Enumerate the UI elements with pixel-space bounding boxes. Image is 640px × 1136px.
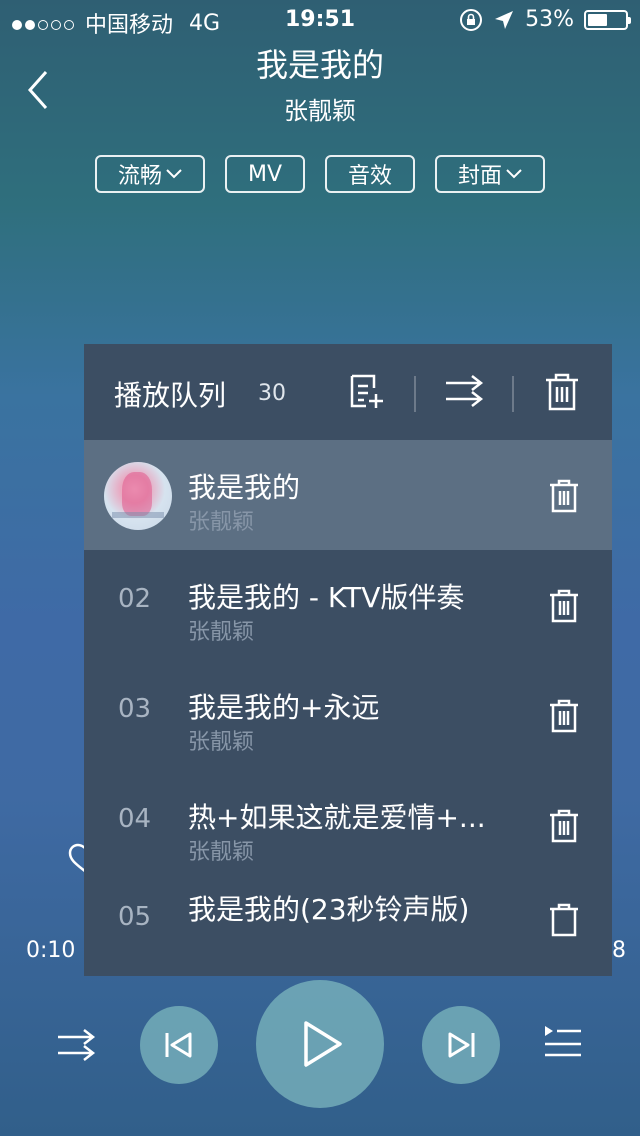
shuffle-icon[interactable] (56, 1026, 98, 1064)
queue-item-number: 02 (118, 584, 152, 614)
battery-icon (584, 9, 631, 30)
cover-chip[interactable]: 封面 (435, 155, 545, 193)
queue-item-number: 05 (118, 902, 152, 932)
chevron-down-icon (506, 169, 522, 179)
song-artist: 张靓颖 (284, 97, 356, 125)
next-button[interactable] (422, 1006, 500, 1084)
total-time: 8 (612, 938, 626, 963)
queue-item-title: 热+如果这就是爱情+... (188, 801, 486, 834)
rotation-lock-icon (460, 8, 483, 31)
queue-item[interactable]: 03 我是我的+永远 张靓颖 (84, 660, 612, 770)
status-bar: 中国移动 4G 19:51 53% (0, 0, 640, 40)
queue-count: 30 (258, 381, 286, 406)
divider (512, 376, 514, 412)
quality-chip-label: 流畅 (117, 164, 162, 189)
skip-previous-icon (165, 1032, 192, 1058)
trash-icon[interactable] (548, 588, 580, 624)
song-title: 我是我的 (255, 46, 384, 84)
queue-item-title: 我是我的(23秒铃声版) (188, 893, 470, 926)
queue-item-artist: 张靓颖 (188, 730, 255, 755)
playback-controls (0, 980, 640, 1110)
chevron-down-icon (166, 169, 182, 179)
clear-queue-trash-icon[interactable] (544, 372, 580, 412)
queue-item-title: 我是我的 (188, 471, 301, 504)
queue-item[interactable]: 05 我是我的(23秒铃声版) (84, 880, 612, 976)
battery-level (588, 13, 608, 26)
trash-icon[interactable] (548, 478, 580, 514)
trash-icon[interactable] (548, 698, 580, 734)
status-right: 53% (459, 7, 631, 32)
skip-next-icon (448, 1032, 475, 1058)
queue-item[interactable]: 我是我的 张靓颖 (84, 440, 612, 550)
mv-chip[interactable]: MV (225, 155, 305, 193)
sound-effect-chip[interactable]: 音效 (325, 155, 415, 193)
cover-chip-label: 封面 (457, 164, 502, 189)
queue-item-artist: 张靓颖 (188, 840, 255, 865)
queue-title: 播放队列 (114, 379, 227, 412)
trash-icon[interactable] (548, 808, 580, 844)
sound-effect-chip-label: 音效 (347, 164, 392, 189)
play-queue-panel: 播放队列 30 我是我的 张靓颖 02 我是我的 - KTV版伴奏 张靓颖 03… (84, 344, 612, 976)
queue-item-artist: 张靓颖 (188, 620, 255, 645)
battery-percent: 53% (525, 7, 574, 32)
mv-chip-label: MV (247, 161, 283, 187)
trash-icon[interactable] (548, 902, 580, 938)
album-cover (104, 462, 172, 530)
divider (414, 376, 416, 412)
song-header: 我是我的 张靓颖 (0, 45, 640, 126)
previous-button[interactable] (140, 1006, 218, 1084)
shuffle-mode-icon[interactable] (444, 372, 486, 410)
playlist-icon[interactable] (543, 1024, 583, 1064)
queue-item[interactable]: 04 热+如果这就是爱情+... 张靓颖 (84, 770, 612, 880)
queue-item-title: 我是我的+永远 (188, 691, 380, 724)
option-chips: 流畅 MV 音效 封面 (0, 155, 640, 193)
play-button[interactable] (256, 980, 384, 1108)
queue-item-title: 我是我的 - KTV版伴奏 (188, 581, 465, 614)
queue-item-number: 04 (118, 804, 152, 834)
queue-header: 播放队列 30 (84, 344, 612, 440)
location-icon (495, 10, 514, 29)
queue-item[interactable]: 02 我是我的 - KTV版伴奏 张靓颖 (84, 550, 612, 660)
play-icon (304, 1021, 342, 1067)
queue-item-number: 03 (118, 694, 152, 724)
quality-chip[interactable]: 流畅 (95, 155, 205, 193)
current-time: 0:10 (26, 938, 76, 963)
add-to-playlist-icon[interactable] (348, 372, 386, 410)
queue-item-artist: 张靓颖 (188, 510, 255, 535)
